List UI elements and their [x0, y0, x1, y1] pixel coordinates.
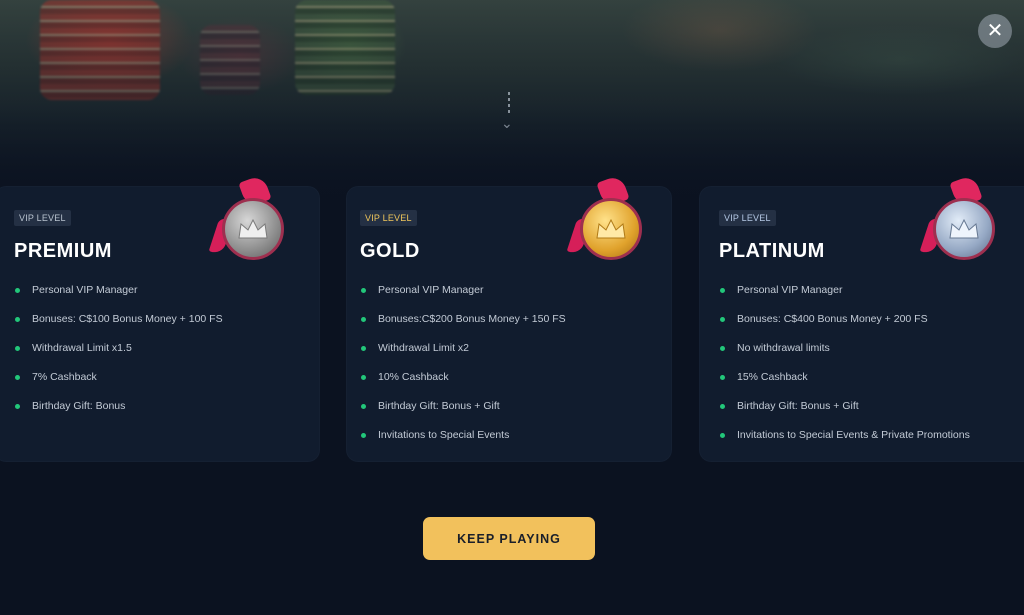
perk-item: Bonuses: C$100 Bonus Money + 100 FS [14, 312, 320, 341]
perk-item: 10% Cashback [360, 370, 672, 399]
platinum-crown-medal-icon [919, 174, 1003, 268]
close-icon: ✕ [986, 20, 1004, 42]
casino-chips-stack [200, 25, 260, 95]
perk-list: Personal VIP Manager Bonuses: C$100 Bonu… [14, 283, 320, 428]
perk-item: Invitations to Special Events [360, 428, 672, 457]
chevron-down-icon: ⌄ [501, 115, 513, 131]
vip-level-badge: VIP LEVEL [14, 210, 71, 226]
scroll-indicator-icon [507, 92, 511, 116]
close-button[interactable]: ✕ [978, 14, 1012, 48]
perk-list: Personal VIP Manager Bonuses: C$400 Bonu… [719, 283, 1024, 457]
gold-crown-medal-icon [566, 174, 650, 268]
vip-levels: VIP LEVEL PREMIUM Personal VIP Manager B… [0, 174, 1024, 462]
perk-item: Personal VIP Manager [14, 283, 320, 312]
perk-item: Withdrawal Limit x1.5 [14, 341, 320, 370]
perk-item: Withdrawal Limit x2 [360, 341, 672, 370]
vip-level-badge: VIP LEVEL [719, 210, 776, 226]
perk-item: 15% Cashback [719, 370, 1024, 399]
perk-item: Birthday Gift: Bonus [14, 399, 320, 428]
vip-card-platinum: VIP LEVEL PLATINUM Personal VIP Manager … [699, 174, 1024, 462]
silver-crown-medal-icon [208, 174, 292, 268]
perk-item: Bonuses:C$200 Bonus Money + 150 FS [360, 312, 672, 341]
perk-item: Birthday Gift: Bonus + Gift [719, 399, 1024, 428]
perk-item: Birthday Gift: Bonus + Gift [360, 399, 672, 428]
casino-chips-stack [40, 0, 160, 100]
perk-item: Bonuses: C$400 Bonus Money + 200 FS [719, 312, 1024, 341]
perk-item: Personal VIP Manager [719, 283, 1024, 312]
perk-list: Personal VIP Manager Bonuses:C$200 Bonus… [360, 283, 672, 457]
perk-item: No withdrawal limits [719, 341, 1024, 370]
vip-card-premium: VIP LEVEL PREMIUM Personal VIP Manager B… [0, 174, 320, 462]
perk-item: Invitations to Special Events & Private … [719, 428, 1024, 457]
perk-item: 7% Cashback [14, 370, 320, 399]
vip-level-badge: VIP LEVEL [360, 210, 417, 226]
keep-playing-button[interactable]: KEEP PLAYING [423, 517, 595, 560]
perk-item: Personal VIP Manager [360, 283, 672, 312]
vip-card-gold: VIP LEVEL GOLD Personal VIP Manager Bonu… [346, 174, 672, 462]
casino-chips-stack [295, 0, 395, 95]
